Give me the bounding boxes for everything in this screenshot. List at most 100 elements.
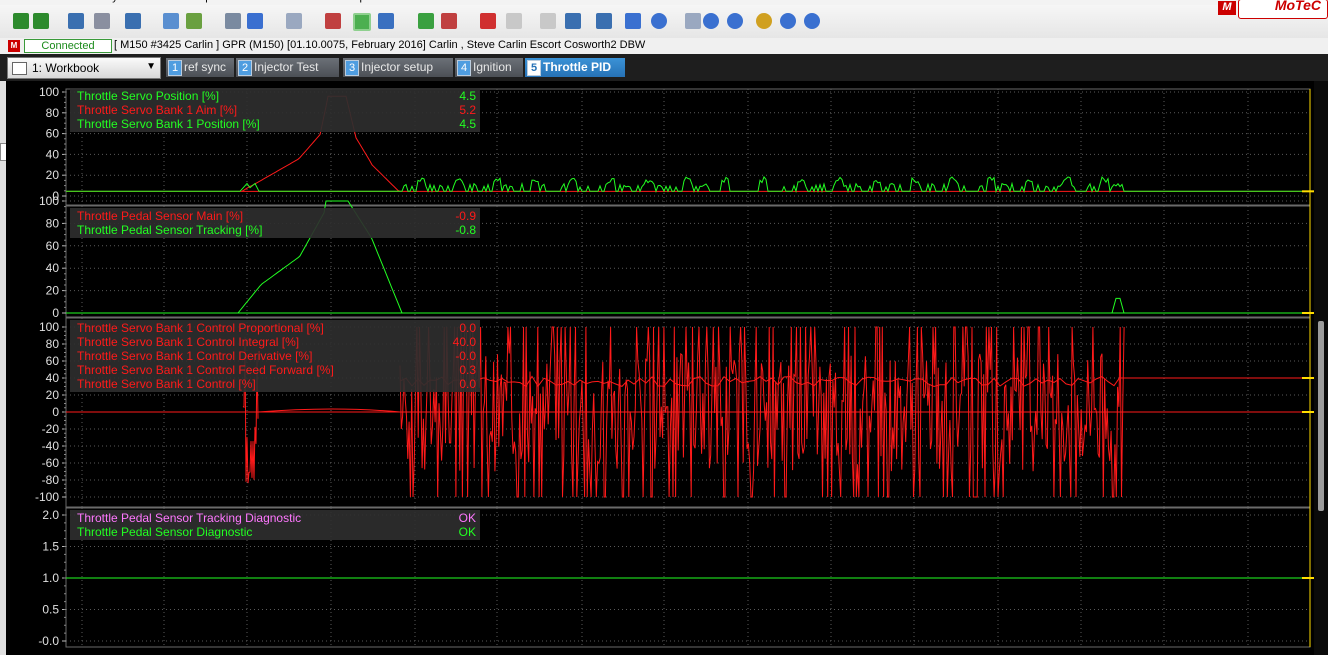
tab-ref-sync[interactable]: 1 ref sync bbox=[166, 58, 234, 77]
legend-value: -0.0 bbox=[455, 349, 476, 363]
copy-icon[interactable] bbox=[163, 13, 179, 29]
motec-mark: M bbox=[1218, 1, 1236, 15]
legend-value: 0.0 bbox=[459, 321, 476, 335]
tab-label: Throttle PID bbox=[543, 60, 611, 74]
y-tick-label: -40 bbox=[42, 439, 60, 453]
zoom-icon[interactable] bbox=[651, 13, 667, 29]
bug-icon[interactable] bbox=[480, 13, 496, 29]
tab-number: 3 bbox=[345, 60, 359, 76]
zoom-out-y-icon[interactable] bbox=[804, 13, 820, 29]
connection-status: Connected bbox=[24, 39, 112, 53]
menu-help[interactable]: Help bbox=[343, 0, 366, 3]
y-tick-label: 60 bbox=[46, 354, 60, 368]
zoom-out-icon[interactable] bbox=[727, 13, 743, 29]
device-info: [ M150 #3425 Carlin ] GPR (M150) [01.10.… bbox=[114, 39, 646, 51]
legend-label: Throttle Pedal Sensor Tracking [%] bbox=[77, 223, 262, 237]
tool-icon[interactable] bbox=[225, 13, 241, 29]
workbook-icon bbox=[12, 62, 27, 75]
graph-icon[interactable] bbox=[441, 13, 457, 29]
window-icon[interactable] bbox=[596, 13, 612, 29]
legend-label: Throttle Servo Position [%] bbox=[77, 89, 219, 103]
y-tick-label: 20 bbox=[46, 168, 60, 182]
vertical-scrollbar[interactable] bbox=[1314, 81, 1328, 655]
legend-label: Throttle Servo Bank 1 Control Feed Forwa… bbox=[77, 363, 334, 377]
legend-label: Throttle Servo Bank 1 Control Derivative… bbox=[77, 349, 312, 363]
y-tick-label: 100 bbox=[39, 320, 59, 334]
y-tick-label: 0 bbox=[52, 306, 59, 320]
legend-label: Throttle Servo Bank 1 Position [%] bbox=[77, 117, 260, 131]
tab-injector-test[interactable]: 2 Injector Test bbox=[236, 58, 339, 77]
legend-value: 0.3 bbox=[459, 363, 476, 377]
settings-icon[interactable] bbox=[565, 13, 581, 29]
menu-view[interactable]: View bbox=[60, 0, 84, 3]
pause-icon[interactable] bbox=[353, 13, 371, 31]
grid-icon[interactable] bbox=[378, 13, 394, 29]
y-tick-label: 100 bbox=[39, 85, 59, 99]
y-tick-label: 80 bbox=[46, 106, 60, 120]
undo-icon[interactable] bbox=[247, 13, 263, 29]
save-icon[interactable] bbox=[94, 13, 110, 29]
menu-file[interactable]: File bbox=[0, 0, 18, 3]
legend-label: Throttle Servo Bank 1 Aim [%] bbox=[77, 103, 237, 117]
refresh-icon[interactable] bbox=[325, 13, 341, 29]
chevron-down-icon: ▼ bbox=[146, 61, 156, 72]
cursor-icon[interactable] bbox=[625, 13, 641, 29]
menu-layout[interactable]: Layout bbox=[100, 0, 133, 3]
tab-injector-setup[interactable]: 3 Injector setup bbox=[343, 58, 453, 77]
legend-label: Throttle Pedal Sensor Main [%] bbox=[77, 209, 243, 223]
scrollbar-thumb[interactable] bbox=[1318, 321, 1324, 511]
motec-logo-text: MoTeC bbox=[1274, 0, 1321, 13]
legend-label: Throttle Pedal Sensor Tracking Diagnosti… bbox=[77, 511, 301, 525]
tab-number: 2 bbox=[238, 60, 252, 76]
y-tick-label: 2.0 bbox=[42, 508, 59, 522]
servo-position-trace bbox=[66, 175, 1310, 194]
y-tick-label: -60 bbox=[42, 456, 60, 470]
grid-add-icon[interactable] bbox=[418, 13, 434, 29]
menu-component[interactable]: Component bbox=[182, 0, 239, 3]
y-tick-label: -20 bbox=[42, 422, 60, 436]
menu-add[interactable]: Add bbox=[149, 0, 169, 3]
menu-tools[interactable]: Tools bbox=[300, 0, 326, 3]
worksheet-tab-bar: 1: Workbook ▼ 1 ref sync 2 Injector Test 3 In… bbox=[0, 54, 1328, 81]
motec-logo: MoTeC bbox=[1238, 0, 1328, 19]
legend-label: Throttle Servo Bank 1 Control Proportion… bbox=[77, 321, 324, 335]
y-tick-label: 60 bbox=[46, 127, 60, 141]
y-tick-label: 20 bbox=[46, 284, 60, 298]
tab-label: Ignition bbox=[473, 60, 512, 74]
legend-pane-2: Throttle Pedal Sensor Main [%] -0.9 Thrott… bbox=[70, 208, 480, 238]
zoom-fit-icon[interactable] bbox=[756, 13, 772, 29]
legend-pane-3: Throttle Servo Bank 1 Control Proportion… bbox=[70, 320, 480, 392]
legend-label: Throttle Pedal Sensor Diagnostic bbox=[77, 525, 252, 539]
toolbar: M MoTeC bbox=[0, 0, 1328, 39]
legend-value: 40.0 bbox=[453, 335, 477, 349]
page-alt-icon[interactable] bbox=[540, 13, 556, 29]
zoom-in-icon[interactable] bbox=[703, 13, 719, 29]
y-tick-label: 40 bbox=[46, 147, 60, 161]
y-tick-label: -0.0 bbox=[38, 634, 59, 648]
disconnect-icon[interactable] bbox=[33, 13, 49, 29]
tab-ignition[interactable]: 4 Ignition bbox=[455, 58, 523, 77]
zoom-in-y-icon[interactable] bbox=[780, 13, 796, 29]
time-graph[interactable]: 100806040200100806040200100806040200-20-… bbox=[0, 81, 1328, 655]
send-icon[interactable] bbox=[68, 13, 84, 29]
tab-label: Injector Test bbox=[254, 60, 319, 74]
menu-edit[interactable]: Edit bbox=[27, 0, 46, 3]
page-icon[interactable] bbox=[506, 13, 522, 29]
marker-icon[interactable] bbox=[685, 13, 701, 29]
legend-value: 4.5 bbox=[459, 117, 476, 131]
y-tick-label: 20 bbox=[46, 388, 60, 402]
connect-icon[interactable] bbox=[13, 13, 29, 29]
add-component-icon[interactable] bbox=[186, 13, 202, 29]
legend-value: 5.2 bbox=[459, 103, 476, 117]
workbook-dropdown[interactable]: 1: Workbook ▼ bbox=[7, 57, 161, 79]
tab-label: Injector setup bbox=[361, 60, 434, 74]
legend-value: OK bbox=[459, 525, 476, 539]
tab-number: 4 bbox=[457, 60, 471, 76]
tab-throttle-pid[interactable]: 5 Throttle PID bbox=[525, 58, 625, 77]
y-tick-label: 80 bbox=[46, 216, 60, 230]
tab-number: 1 bbox=[168, 60, 182, 76]
redo-icon[interactable] bbox=[286, 13, 302, 29]
motec-small-logo-icon: M bbox=[8, 40, 20, 52]
menu-online[interactable]: Online bbox=[253, 0, 285, 3]
export-icon[interactable] bbox=[125, 13, 141, 29]
